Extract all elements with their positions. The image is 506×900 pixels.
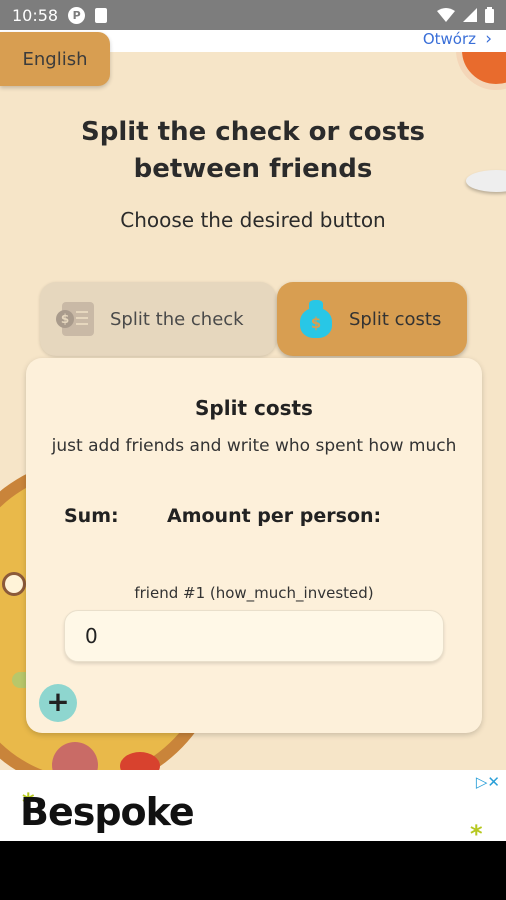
app-screen: Otwórz › English Split the check or cost…: [0, 30, 506, 770]
friend-input-label: friend #1 (how_much_invested): [134, 584, 374, 602]
title-line-2: between friends: [133, 154, 373, 184]
money-bag-icon: $: [299, 300, 333, 338]
ad-open-link[interactable]: Otwórz: [423, 30, 476, 48]
ad-choices-icon[interactable]: ▷✕: [476, 773, 500, 791]
friend-amount-input[interactable]: [64, 610, 444, 662]
split-costs-card: Split costs just add friends and write w…: [26, 358, 482, 733]
language-button[interactable]: English: [0, 32, 110, 86]
sd-card-icon: [95, 7, 108, 23]
bottom-ad-banner[interactable]: ▷✕ * Bespoke *: [0, 770, 506, 848]
add-friend-button[interactable]: +: [39, 684, 77, 722]
tab-split-check-label: Split the check: [110, 308, 244, 330]
tab-split-check[interactable]: Split the check: [40, 282, 276, 356]
chevron-right-icon: ›: [485, 30, 492, 49]
card-title: Split costs: [195, 396, 313, 420]
wifi-icon: [437, 8, 455, 22]
signal-icon: [463, 8, 477, 22]
amount-per-person-label: Amount per person:: [167, 505, 382, 527]
card-description: just add friends and write who spent how…: [51, 436, 457, 456]
status-time: 10:58: [12, 5, 59, 25]
status-bar: 10:58 P: [0, 0, 506, 30]
tab-split-costs-label: Split costs: [349, 308, 442, 330]
title-line-1: Split the check or costs: [81, 117, 425, 147]
battery-icon: [485, 7, 494, 23]
sum-label: Sum:: [64, 505, 119, 527]
tab-split-costs[interactable]: $ Split costs: [277, 282, 467, 356]
receipt-dollar-icon: [56, 302, 94, 336]
page-title: Split the check or costs between friends: [0, 114, 506, 188]
ad-brand-name: Bespoke: [20, 790, 195, 834]
system-nav-bar: [0, 841, 506, 900]
notification-p-icon: P: [68, 6, 86, 24]
page-subtitle: Choose the desired button: [120, 208, 386, 232]
